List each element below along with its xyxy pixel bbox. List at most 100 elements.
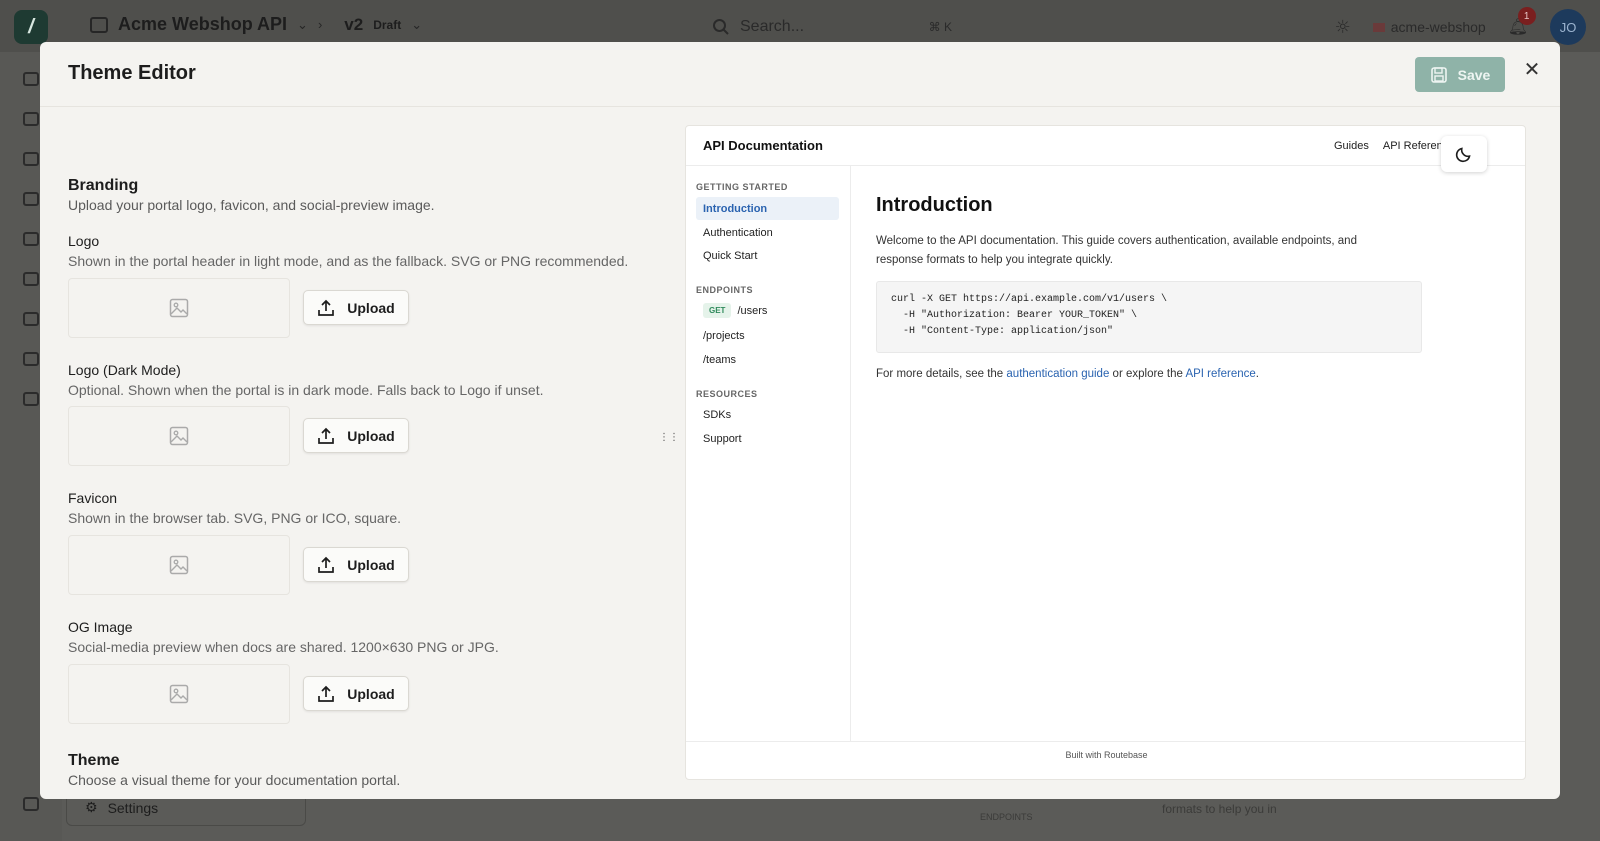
og-image-preview [68, 664, 290, 724]
logo-dark-preview [68, 406, 290, 466]
workspace-name: acme-webshop [1390, 19, 1486, 35]
file-icon[interactable] [23, 152, 39, 166]
more-suffix: . [1255, 368, 1259, 380]
logo-help: Shown in the portal header in light mode… [68, 253, 629, 269]
og-image-upload-button[interactable]: Upload [303, 676, 409, 711]
folder-icon[interactable] [23, 112, 39, 126]
preview-intro: Welcome to the API documentation. This g… [876, 235, 1357, 266]
logo-dark-upload-button[interactable]: Upload [303, 418, 409, 453]
preview-item-sdks[interactable]: SDKs [696, 403, 839, 426]
chevron-down-icon[interactable]: ⌄ [411, 17, 422, 33]
folder-icon [90, 16, 108, 33]
settings-panel[interactable]: Branding Upload your portal logo, favico… [40, 107, 678, 799]
preview-sidebar: GETTING STARTED Introduction Authenticat… [686, 166, 851, 741]
project-switcher[interactable]: Acme Webshop API ⌄ › v2 Draft ⌄ [90, 14, 422, 35]
preview-item-label: /teams [703, 353, 737, 366]
preview-footer: Built with Routebase [686, 741, 1525, 779]
preview-item-label: Support [703, 432, 742, 445]
image-placeholder-icon [169, 426, 189, 446]
save-button[interactable]: Save [1415, 57, 1505, 92]
book-icon[interactable] [23, 392, 39, 406]
flag-icon [1372, 22, 1385, 32]
preview-item-quick-start[interactable]: Quick Start [696, 244, 839, 267]
topbar-actions: ☼ acme-webshop 🔔︎ 1 JO [1335, 7, 1586, 45]
authentication-guide-link[interactable]: authentication guide [1006, 368, 1109, 380]
modal-header: Theme Editor Save ✕ [40, 42, 1560, 106]
activity-icon[interactable] [23, 352, 39, 366]
image-placeholder-icon [169, 684, 189, 704]
image-placeholder-icon [169, 555, 189, 575]
theme-description: Choose a visual theme for your documenta… [68, 772, 401, 788]
preview-code-block: curl -X GET https://api.example.com/v1/u… [876, 281, 1422, 353]
dashboard-icon[interactable] [23, 72, 39, 86]
preview-item-teams[interactable]: /teams [696, 348, 839, 371]
upload-icon [318, 685, 335, 702]
preview-group-resources: RESOURCES [696, 389, 758, 399]
gear-icon[interactable] [23, 797, 39, 811]
bg-ghost-text: formats to help you in [1162, 802, 1277, 816]
code-line: -H "Authorization: Bearer YOUR_TOKEN" \ [891, 310, 1138, 321]
more-middle: or explore the [1109, 368, 1186, 380]
version-status: Draft [373, 17, 402, 32]
bg-endpoints-label: ENDPOINTS [980, 812, 1033, 822]
resize-handle[interactable]: ⋮⋮ [659, 433, 679, 451]
logo-dark-label: Logo (Dark Mode) [68, 362, 181, 378]
dark-mode-toggle[interactable] [1441, 136, 1487, 172]
get-method-badge: GET [703, 303, 732, 318]
favicon-upload-button[interactable]: Upload [303, 547, 409, 582]
preview-item-users[interactable]: GET /users [696, 299, 839, 322]
preview-item-label: Authentication [703, 226, 773, 239]
avatar[interactable]: JO [1550, 9, 1586, 45]
favicon-help: Shown in the browser tab. SVG, PNG or IC… [68, 510, 402, 526]
preview-group-endpoints: ENDPOINTS [696, 285, 754, 295]
preview-header: API Documentation Guides API Reference C… [686, 126, 1525, 166]
server-icon[interactable] [23, 192, 39, 206]
chevron-down-icon[interactable]: ⌄ [297, 17, 308, 33]
og-image-help: Social-media preview when docs are share… [68, 639, 499, 655]
preview-item-label: SDKs [703, 408, 732, 421]
save-label: Save [1457, 66, 1491, 83]
theme-editor-modal: Theme Editor Save ✕ Branding Upload your… [40, 42, 1560, 799]
preview-item-projects[interactable]: /projects [696, 324, 839, 347]
app-logo[interactable]: / [14, 10, 48, 44]
preview-item-label: /users [737, 304, 768, 317]
docs-preview: API Documentation Guides API Reference C… [685, 125, 1526, 780]
og-image-label: OG Image [68, 619, 133, 635]
project-name: Acme Webshop API [118, 14, 288, 34]
upload-icon [318, 299, 335, 316]
settings-label: Settings [107, 800, 159, 816]
chevron-right-icon: › [317, 17, 323, 32]
gear-icon: ⚙ [85, 800, 98, 816]
search-icon [713, 19, 729, 35]
logo-upload-button[interactable]: Upload [303, 290, 409, 325]
notification-badge: 1 [1517, 7, 1536, 25]
version-label[interactable]: v2 [344, 15, 363, 35]
moon-icon [1455, 147, 1471, 163]
upload-label: Upload [347, 427, 395, 444]
flask-icon[interactable] [23, 232, 39, 246]
preview-item-introduction[interactable]: Introduction [696, 197, 839, 220]
upload-label: Upload [347, 556, 395, 573]
preview-group-getting-started: GETTING STARTED [696, 182, 788, 192]
workspace-switcher[interactable]: acme-webshop [1372, 19, 1486, 35]
search-input[interactable]: Search... ⌘ K [712, 12, 952, 42]
preview-item-support[interactable]: Support [696, 427, 839, 450]
code-line: curl -X GET https://api.example.com/v1/u… [891, 294, 1168, 305]
preview-nav-guides[interactable]: Guides [1334, 140, 1369, 152]
upload-icon [318, 556, 335, 573]
sun-icon[interactable]: ☼ [1335, 17, 1351, 38]
code-line: -H "Content-Type: application/json" [891, 326, 1114, 337]
preview-heading: Introduction [876, 194, 993, 216]
upload-label: Upload [347, 299, 395, 316]
theme-title: Theme [68, 752, 120, 769]
preview-title: API Documentation [703, 138, 823, 153]
shield-icon[interactable] [23, 312, 39, 326]
logo-label: Logo [68, 233, 100, 249]
notifications-button[interactable]: 🔔︎ 1 [1508, 7, 1536, 37]
preview-item-authentication[interactable]: Authentication [696, 221, 839, 244]
api-reference-link[interactable]: API reference [1185, 368, 1255, 380]
preview-item-label: /projects [703, 329, 745, 342]
close-button[interactable]: ✕ [1520, 57, 1544, 81]
database-icon[interactable] [23, 272, 39, 286]
close-icon: ✕ [1523, 57, 1541, 81]
